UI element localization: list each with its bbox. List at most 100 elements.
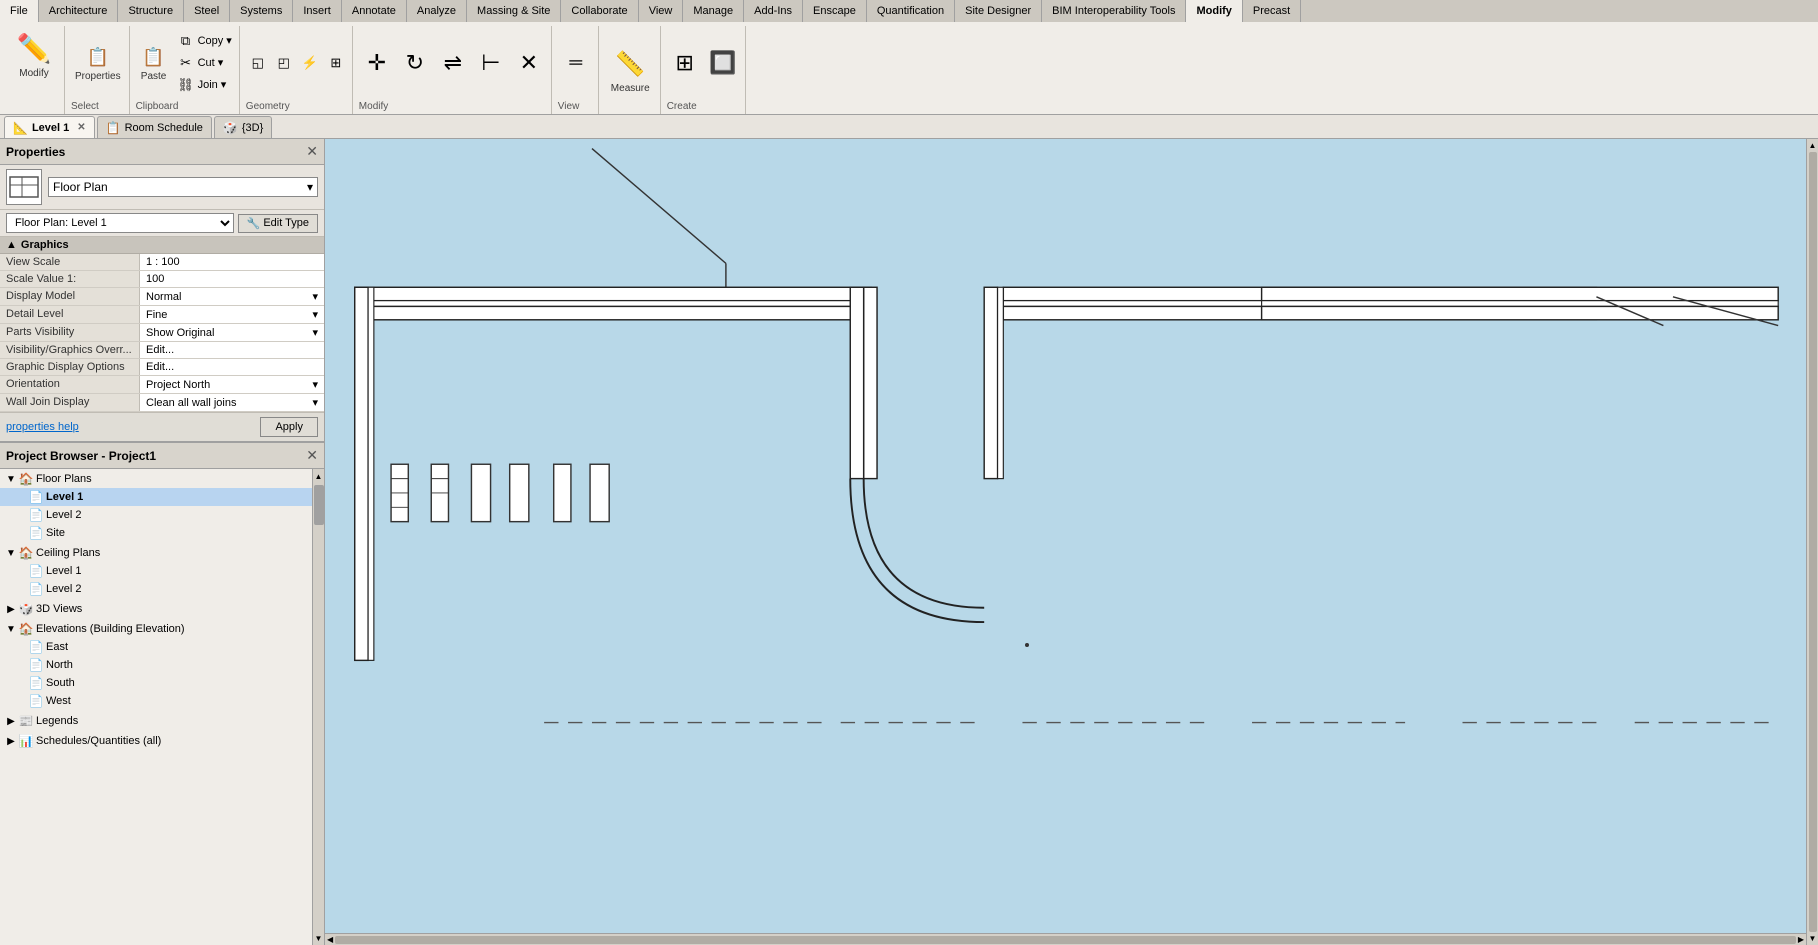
legends-label: Legends: [36, 715, 78, 727]
mirror-button[interactable]: ⇌: [435, 47, 471, 79]
tab-insert[interactable]: Insert: [293, 0, 342, 22]
tree-row-site[interactable]: 📄 Site: [0, 524, 312, 542]
right-scroll-down[interactable]: ▼: [1809, 934, 1817, 943]
tab-manage[interactable]: Manage: [683, 0, 744, 22]
tab-modify[interactable]: Modify: [1186, 0, 1242, 22]
thin-lines-icon: ═: [562, 49, 590, 77]
modify-button[interactable]: ✏️ Modify: [10, 26, 58, 81]
scroll-up-button[interactable]: ▲: [314, 469, 324, 483]
level1-tab-close[interactable]: ✕: [77, 122, 85, 133]
scroll-thumb[interactable]: [314, 485, 324, 525]
tree-row-west[interactable]: 📄 West: [0, 692, 312, 710]
tab-annotate[interactable]: Annotate: [342, 0, 407, 22]
tree-row-level1[interactable]: 📄 Level 1: [0, 488, 312, 506]
elevations-toggle[interactable]: ▼: [4, 622, 18, 636]
schedules-toggle[interactable]: ▶: [4, 734, 18, 748]
tree-row-schedules[interactable]: ▶ 📊 Schedules/Quantities (all): [0, 732, 312, 750]
floorplans-toggle[interactable]: ▼: [4, 472, 18, 486]
scroll-right-button[interactable]: ▶: [1796, 935, 1806, 944]
join-button[interactable]: ⛓ Join ▾: [174, 75, 235, 95]
tab-room-schedule[interactable]: 📋 Room Schedule: [97, 116, 212, 138]
prop-value-graphicdisplay[interactable]: Edit...: [140, 359, 324, 375]
tree-row-south[interactable]: 📄 South: [0, 674, 312, 692]
component-button[interactable]: 🔲: [705, 47, 741, 79]
prop-value-orientation[interactable]: Project North▾: [140, 376, 324, 393]
right-scroll-up[interactable]: ▲: [1809, 141, 1817, 150]
tree-row-east[interactable]: 📄 East: [0, 638, 312, 656]
trim-button[interactable]: ⊢: [473, 47, 509, 79]
browser-scrollbar[interactable]: ▲ ▼: [312, 469, 324, 945]
type-dropdown[interactable]: Floor Plan ▾: [48, 177, 318, 197]
thin-lines-button[interactable]: ═: [558, 47, 594, 79]
move-button[interactable]: ✛: [359, 47, 395, 79]
tab-systems[interactable]: Systems: [230, 0, 293, 22]
align-button[interactable]: ⊞: [324, 53, 348, 73]
tab-site-designer[interactable]: Site Designer: [955, 0, 1042, 22]
properties-close-button[interactable]: ✕: [306, 143, 318, 160]
scroll-down-button[interactable]: ▼: [314, 931, 324, 945]
tab-file[interactable]: File: [0, 0, 39, 22]
prop-value-viewscale[interactable]: 1 : 100: [140, 254, 324, 270]
bottom-scrollbar[interactable]: ◀ ▶: [325, 933, 1806, 945]
tree-row-level2[interactable]: 📄 Level 2: [0, 506, 312, 524]
tree-row-north[interactable]: 📄 North: [0, 656, 312, 674]
prop-value-displaymodel[interactable]: Normal▾: [140, 288, 324, 305]
tab-collaborate[interactable]: Collaborate: [561, 0, 638, 22]
tree-row-ceilingplans[interactable]: ▼ 🏠 Ceiling Plans: [0, 544, 312, 562]
apply-button[interactable]: Apply: [260, 417, 318, 437]
create-button[interactable]: ⊞: [667, 47, 703, 79]
cut-button[interactable]: ✂ Cut ▾: [174, 53, 235, 73]
properties-button[interactable]: 📋 Properties: [71, 41, 125, 84]
section-toggle[interactable]: ▲: [6, 239, 17, 251]
tab-3d[interactable]: 🎲 {3D}: [214, 116, 272, 138]
prop-value-partsvisibility[interactable]: Show Original▾: [140, 324, 324, 341]
tree-row-ceiling-level1[interactable]: 📄 Level 1: [0, 562, 312, 580]
legends-toggle[interactable]: ▶: [4, 714, 18, 728]
prop-value-detaillevel[interactable]: Fine▾: [140, 306, 324, 323]
tab-architecture[interactable]: Architecture: [39, 0, 119, 22]
prop-value-scalevalue[interactable]: 100: [140, 271, 324, 287]
browser-close-button[interactable]: ✕: [306, 447, 318, 464]
rotate-button[interactable]: ↻: [397, 47, 433, 79]
tab-level1[interactable]: 📐 Level 1 ✕: [4, 116, 95, 138]
tab-view[interactable]: View: [639, 0, 684, 22]
tab-enscape[interactable]: Enscape: [803, 0, 867, 22]
vertical-scroll-thumb[interactable]: [1809, 152, 1817, 932]
level1-tab-icon: 📐: [13, 121, 28, 135]
join-geometry-button[interactable]: ◰: [272, 53, 296, 73]
split-button[interactable]: ⚡: [298, 53, 322, 73]
tab-massing[interactable]: Massing & Site: [467, 0, 561, 22]
horizontal-scroll-thumb[interactable]: [335, 936, 1796, 944]
tab-steel[interactable]: Steel: [184, 0, 230, 22]
tree-row-elevations[interactable]: ▼ 🏠 Elevations (Building Elevation): [0, 620, 312, 638]
tree-row-ceiling-level2[interactable]: 📄 Level 2: [0, 580, 312, 598]
properties-title: Properties: [6, 145, 65, 159]
tree-row-legends[interactable]: ▶ 📰 Legends: [0, 712, 312, 730]
tab-analyze[interactable]: Analyze: [407, 0, 467, 22]
scroll-left-button[interactable]: ◀: [325, 935, 335, 944]
properties-help-link[interactable]: properties help: [6, 421, 79, 433]
edit-type-button[interactable]: 🔧 Edit Type: [238, 214, 318, 233]
measure-button[interactable]: 📏 Measure: [607, 45, 654, 96]
tree-row-3dviews[interactable]: ▶ 🎲 3D Views: [0, 600, 312, 618]
tab-quantification[interactable]: Quantification: [867, 0, 955, 22]
tab-addins[interactable]: Add-Ins: [744, 0, 803, 22]
delete-button[interactable]: ✕: [511, 47, 547, 79]
3dviews-toggle[interactable]: ▶: [4, 602, 18, 616]
tab-precast[interactable]: Precast: [1243, 0, 1301, 22]
cut-geometry-button[interactable]: ◱: [246, 53, 270, 73]
right-scrollbar[interactable]: ▲ ▼: [1806, 139, 1818, 945]
select-label: Select: [71, 101, 125, 114]
canvas-area[interactable]: [325, 139, 1806, 933]
instance-dropdown[interactable]: Floor Plan: Level 1: [6, 213, 234, 233]
copy-button[interactable]: ⧉ Copy ▾: [174, 31, 235, 51]
tab-structure[interactable]: Structure: [118, 0, 184, 22]
tab-bim[interactable]: BIM Interoperability Tools: [1042, 0, 1186, 22]
view-label: View: [558, 101, 594, 114]
ceilingplans-toggle[interactable]: ▼: [4, 546, 18, 560]
prop-value-walljoin[interactable]: Clean all wall joins▾: [140, 394, 324, 411]
legends-icon: 📰: [18, 713, 34, 729]
tree-row-floorplans[interactable]: ▼ 🏠 Floor Plans: [0, 470, 312, 488]
paste-button[interactable]: 📋 Paste: [136, 41, 172, 84]
prop-value-vgoverrides[interactable]: Edit...: [140, 342, 324, 358]
